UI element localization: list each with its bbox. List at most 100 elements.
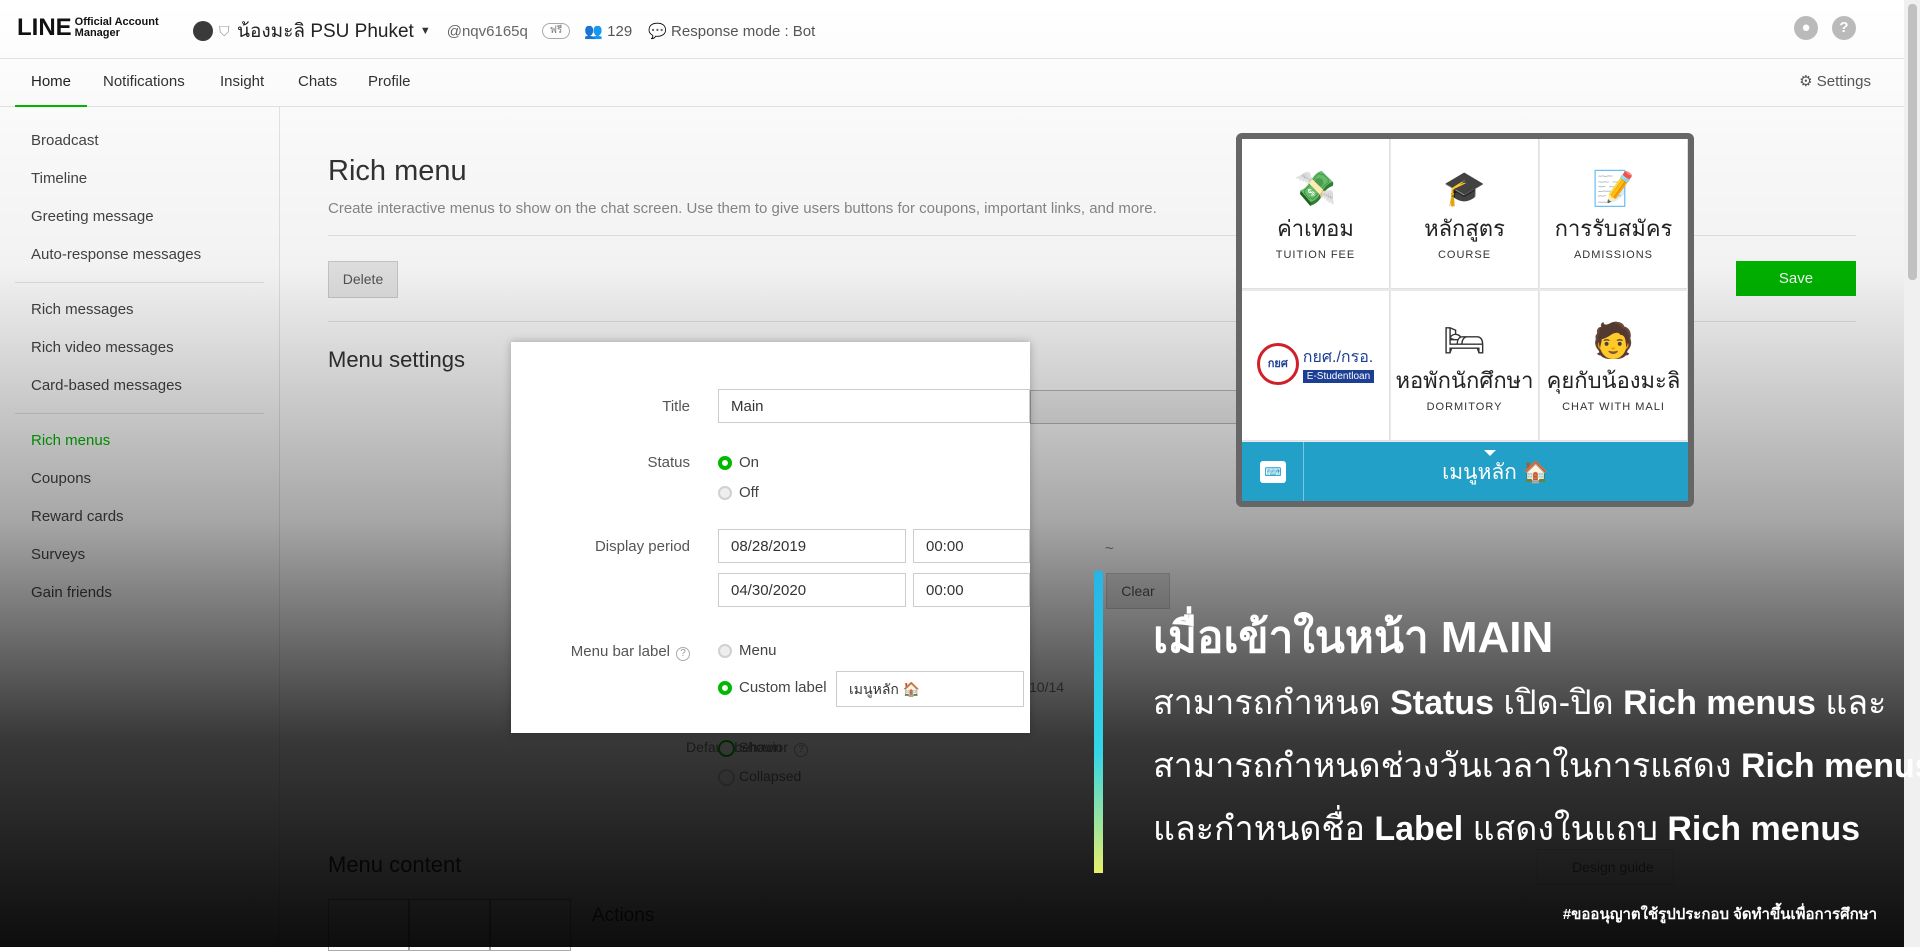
status-on-radio[interactable]: [718, 456, 732, 470]
end-date-input[interactable]: 04/30/2020: [718, 573, 906, 607]
cell-title: การรับสมัคร: [1554, 216, 1673, 241]
template-tile[interactable]: [328, 899, 409, 951]
avatar: [193, 21, 213, 41]
keyboard-toggle[interactable]: ⌨: [1242, 442, 1304, 501]
settings-link[interactable]: ⚙ Settings: [1799, 59, 1871, 105]
cell-subtitle: COURSE: [1437, 249, 1492, 261]
rich-menu-bar[interactable]: ⌨ เมนูหลัก 🏠: [1242, 442, 1688, 501]
shield-icon: ⛉: [219, 23, 230, 39]
friends-icon: 👥: [584, 23, 603, 40]
status-off-radio[interactable]: [718, 486, 732, 500]
cell-subtitle: CHAT WITH MALI: [1562, 401, 1665, 413]
menu-settings-panel: Title Main Status On Off Display period …: [511, 342, 1030, 733]
annotation-line-1: สามารถกำหนด Status เปิด-ปิด Rich menus แ…: [1153, 684, 1887, 722]
sidebar-item-rich-messages[interactable]: Rich messages: [31, 301, 134, 318]
sidebar-item-greeting[interactable]: Greeting message: [31, 208, 154, 225]
status-label: Status: [647, 454, 690, 471]
template-tile[interactable]: [490, 899, 571, 951]
annotation-line-2: สามารถกำหนดช่วงวันเวลาในการแสดง Rich men…: [1153, 747, 1920, 785]
delete-button[interactable]: Delete: [328, 261, 398, 298]
title-label: Title: [662, 398, 690, 415]
studentloan-icon: กยศ: [1256, 343, 1299, 385]
rich-menu-cell-dormitory[interactable]: 🛏 หอพักนักศึกษา DORMITORY: [1391, 291, 1539, 441]
tab-insight[interactable]: Insight: [220, 59, 264, 105]
start-date-input[interactable]: 08/28/2019: [718, 529, 906, 563]
sidebar-item-rich-video[interactable]: Rich video messages: [31, 339, 174, 356]
graduation-icon: 🎓: [1443, 170, 1486, 208]
tab-profile[interactable]: Profile: [368, 59, 411, 105]
cell-title: ค่าเทอม: [1277, 216, 1354, 241]
cell-subtitle: E-Studentloan: [1302, 370, 1375, 383]
scrollbar[interactable]: [1904, 0, 1920, 947]
start-time-input[interactable]: 00:00: [913, 529, 1030, 563]
rich-menu-grid: 💸 ค่าเทอม TUITION FEE 🎓 หลักสูตร COURSE …: [1242, 139, 1688, 442]
money-icon: 💸: [1294, 170, 1337, 208]
keyboard-icon: ⌨: [1260, 461, 1286, 483]
menu-bar-text: เมนูหลัก 🏠: [1442, 461, 1549, 484]
logo-main: LINE: [17, 14, 72, 41]
sidebar-item-broadcast[interactable]: Broadcast: [31, 132, 99, 149]
sidebar-item-reward-cards[interactable]: Reward cards: [31, 508, 124, 525]
title-input[interactable]: Main: [718, 389, 1030, 423]
rich-menu-cell-chat[interactable]: 🧑 คุยกับน้องมะลิ CHAT WITH MALI: [1540, 291, 1688, 441]
rich-menu-cell-tuition[interactable]: 💸 ค่าเทอม TUITION FEE: [1242, 139, 1390, 289]
sidebar-item-auto-response[interactable]: Auto-response messages: [31, 246, 201, 263]
studentloan-logo: กยศ กยศ./กรอ. E-Studentloan: [1242, 343, 1389, 385]
sidebar: Broadcast Timeline Greeting message Auto…: [0, 107, 280, 947]
menu-option-radio[interactable]: [718, 644, 732, 658]
footnote: #ขออนุญาตใช้รูปประกอบ จัดทำขึ้นเพื่อการศ…: [1562, 906, 1877, 923]
actions-label: Actions: [592, 905, 655, 926]
sidebar-item-timeline[interactable]: Timeline: [31, 170, 87, 187]
top-bar: LINE Official Account Manager ⛉ น้องมะลิ …: [0, 0, 1904, 59]
cell-title: หอพักนักศึกษา: [1395, 368, 1534, 393]
range-separator: ~: [1105, 540, 1114, 557]
rich-menu-preview: 💸 ค่าเทอม TUITION FEE 🎓 หลักสูตร COURSE …: [1236, 133, 1694, 507]
custom-label-option: Custom label: [739, 679, 827, 696]
custom-label-radio[interactable]: [718, 681, 732, 695]
menu-settings-title: Menu settings: [328, 347, 465, 372]
page-description: Create interactive menus to show on the …: [328, 200, 1157, 217]
rich-menu-cell-admissions[interactable]: 📝 การรับสมัคร ADMISSIONS: [1540, 139, 1688, 289]
shown-radio[interactable]: [718, 740, 735, 757]
menu-template-tiles: [328, 899, 571, 951]
line-oa-logo[interactable]: LINE Official Account Manager: [17, 14, 159, 42]
chat-bubble-icon: 💬: [648, 23, 667, 40]
custom-label-input[interactable]: เมนูหลัก 🏠: [836, 671, 1024, 707]
rich-menu-cell-course[interactable]: 🎓 หลักสูตร COURSE: [1391, 139, 1539, 289]
display-period-label: Display period: [594, 538, 690, 555]
sidebar-item-rich-menus[interactable]: Rich menus: [31, 432, 110, 449]
cell-title: คุยกับน้องมะลิ: [1546, 368, 1681, 393]
chevron-down-icon[interactable]: ▼: [420, 25, 431, 37]
user-icon[interactable]: ●: [1794, 16, 1818, 40]
tab-notifications[interactable]: Notifications: [103, 59, 185, 105]
cell-subtitle: TUITION FEE: [1275, 249, 1356, 261]
help-icon[interactable]: ?: [676, 647, 690, 661]
account-switcher[interactable]: ⛉ น้องมะลิ PSU Phuket ▼ @nqv6165q ฟรี 👥 …: [193, 16, 815, 46]
accent-bar: [1094, 571, 1103, 873]
help-icon[interactable]: ?: [1832, 16, 1856, 40]
annotation-title: เมื่อเข้าในหน้า MAIN: [1153, 613, 1554, 662]
collapsed-radio[interactable]: [718, 769, 735, 786]
char-counter: 10/14: [1029, 679, 1065, 695]
end-time-input[interactable]: 00:00: [913, 573, 1030, 607]
cell-subtitle: ADMISSIONS: [1573, 249, 1654, 261]
plan-badge: ฟรี: [541, 23, 571, 39]
tab-home[interactable]: Home: [15, 59, 88, 107]
help-icon[interactable]: ?: [794, 743, 808, 757]
sidebar-item-card-based[interactable]: Card-based messages: [31, 377, 182, 394]
rich-menu-cell-studentloan[interactable]: กยศ กยศ./กรอ. E-Studentloan: [1242, 291, 1390, 441]
template-tile[interactable]: [409, 899, 490, 951]
tab-chats[interactable]: Chats: [298, 59, 337, 105]
form-icon: 📝: [1592, 170, 1635, 208]
mascot-icon: 🧑: [1592, 322, 1635, 360]
sidebar-item-surveys[interactable]: Surveys: [31, 546, 85, 563]
cell-title: หลักสูตร: [1424, 216, 1505, 241]
friends-count: 👥 129: [584, 23, 633, 40]
save-button[interactable]: Save: [1736, 261, 1856, 296]
sidebar-item-coupons[interactable]: Coupons: [31, 470, 91, 487]
sidebar-item-gain-friends[interactable]: Gain friends: [31, 584, 112, 601]
sidebar-divider: [15, 282, 264, 283]
scrollbar-thumb[interactable]: [1908, 4, 1917, 280]
account-name: น้องมะลิ PSU Phuket: [237, 21, 414, 42]
account-id: @nqv6165q: [446, 22, 528, 40]
